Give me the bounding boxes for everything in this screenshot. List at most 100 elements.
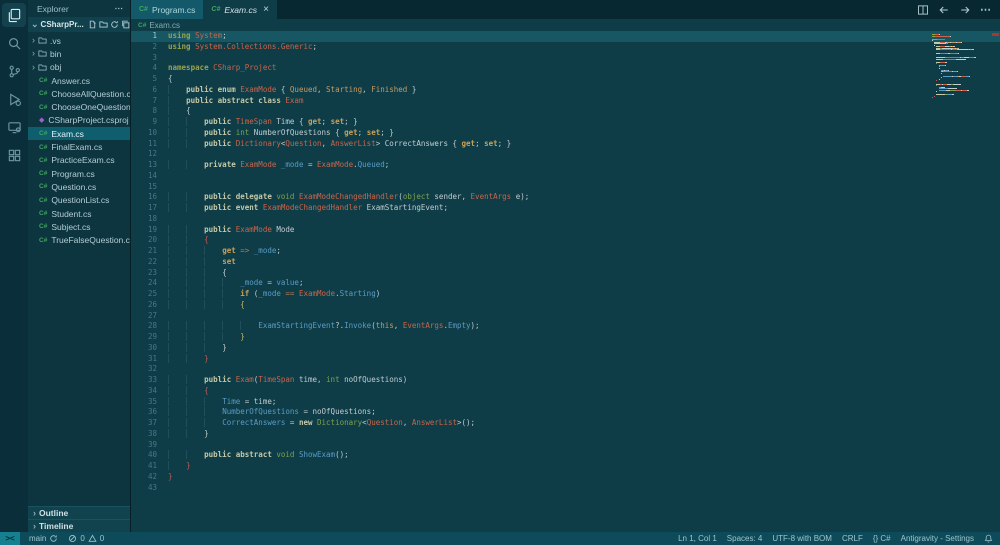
tab-exam-cs[interactable]: C# Exam.cs × [203, 0, 276, 19]
folder-item[interactable]: ›bin [28, 47, 130, 60]
code-line[interactable]: 19 public ExamMode Mode [131, 225, 1000, 236]
remote-indicator[interactable]: >< [0, 532, 20, 545]
code-line[interactable]: 24 _mode = value; [131, 278, 1000, 289]
code-line[interactable]: 37 CorrectAnswers = new Dictionary<Quest… [131, 418, 1000, 429]
code-line[interactable]: 20 { [131, 235, 1000, 246]
notifications-bell-icon[interactable] [979, 532, 1000, 545]
code-line[interactable]: 13 private ExamMode _mode = ExamMode.Que… [131, 160, 1000, 171]
code-line[interactable]: 40 public abstract void ShowExam(); [131, 450, 1000, 461]
code-line[interactable]: 11 public Dictionary<Question, AnswerLis… [131, 139, 1000, 150]
code-line[interactable]: 32 [131, 364, 1000, 375]
code-line[interactable]: 29 } [131, 332, 1000, 343]
folder-icon [38, 49, 47, 58]
file-item[interactable]: C#Subject.cs [28, 220, 130, 233]
file-item[interactable]: C#ChooseOneQuestion.cs [28, 100, 130, 113]
code-line[interactable]: 15 [131, 182, 1000, 193]
code-line[interactable]: 42} [131, 472, 1000, 483]
collapse-all-icon[interactable] [121, 20, 130, 29]
close-icon[interactable]: × [263, 4, 269, 15]
code-line[interactable]: 30 } [131, 343, 1000, 354]
code-line[interactable]: 34 { [131, 386, 1000, 397]
code-line[interactable]: 18 [131, 214, 1000, 225]
split-editor-icon[interactable] [917, 4, 929, 16]
code-line[interactable]: 33 public Exam(TimeSpan time, int noOfQu… [131, 375, 1000, 386]
code-line[interactable]: 41 } [131, 461, 1000, 472]
status-item[interactable]: CRLF [837, 532, 868, 545]
code-line[interactable]: 1using System; [131, 31, 1000, 42]
code-line[interactable]: 23 { [131, 268, 1000, 279]
problems-item[interactable]: 0 0 [63, 532, 109, 545]
code-line[interactable]: 26 { [131, 300, 1000, 311]
outline-panel-header[interactable]: › Outline [28, 506, 130, 519]
folder-icon [38, 63, 47, 72]
file-item[interactable]: C#Exam.cs [28, 127, 130, 140]
tab-program-cs[interactable]: C# Program.cs [131, 0, 203, 19]
code-line[interactable]: 36 NumberOfQuestions = noOfQuestions; [131, 407, 1000, 418]
navigate-forward-icon[interactable] [959, 4, 971, 16]
git-branch-item[interactable]: main [24, 532, 63, 545]
file-item[interactable]: C#ChooseAllQuestion.cs [28, 87, 130, 100]
code-line[interactable]: 6 public enum ExamMode { Queued, Startin… [131, 85, 1000, 96]
status-item[interactable]: {} C# [868, 532, 896, 545]
code-line[interactable]: 3 [131, 53, 1000, 64]
csharp-file-icon: C# [39, 130, 47, 137]
breadcrumb[interactable]: C# Exam.cs [131, 19, 1000, 31]
file-item[interactable]: C#PracticeExam.cs [28, 154, 130, 167]
editor-more-icon[interactable]: ⋯ [980, 3, 992, 16]
file-item[interactable]: C#Student.cs [28, 207, 130, 220]
code-line[interactable]: 27 [131, 311, 1000, 322]
code-line[interactable]: 31 } [131, 354, 1000, 365]
search-icon[interactable] [2, 31, 26, 55]
csharp-file-icon: C# [39, 170, 47, 177]
remote-explorer-icon[interactable] [2, 115, 26, 139]
project-section-header[interactable]: ⌄ CSharpPr... [28, 17, 130, 32]
explorer-icon[interactable] [2, 3, 26, 27]
sidebar-more-icon[interactable]: ⋯ [115, 3, 125, 14]
file-item[interactable]: ◆CSharpProject.csproj [28, 114, 130, 127]
code-line[interactable]: 17 public event ExamModeChangedHandler E… [131, 203, 1000, 214]
code-line[interactable]: 10 public int NumberOfQuestions { get; s… [131, 128, 1000, 139]
run-debug-icon[interactable] [2, 87, 26, 111]
project-section-label: CSharpPr... [41, 20, 84, 29]
code-line[interactable]: 38 } [131, 429, 1000, 440]
code-line[interactable]: 25 if (_mode == ExamMode.Starting) [131, 289, 1000, 300]
source-control-icon[interactable] [2, 59, 26, 83]
code-line[interactable]: 22 set [131, 257, 1000, 268]
timeline-label: Timeline [39, 521, 73, 531]
code-line[interactable]: 35 Time = time; [131, 397, 1000, 408]
file-item[interactable]: C#QuestionList.cs [28, 194, 130, 207]
navigate-back-icon[interactable] [938, 4, 950, 16]
code-line[interactable]: 16 public delegate void ExamModeChangedH… [131, 192, 1000, 203]
code-line[interactable]: 7 public abstract class Exam [131, 96, 1000, 107]
folder-item[interactable]: ›.vs [28, 34, 130, 47]
status-item[interactable]: UTF-8 with BOM [767, 532, 837, 545]
code-line[interactable]: 8 { [131, 106, 1000, 117]
refresh-icon[interactable] [110, 20, 119, 29]
code-editor[interactable]: 1using System;2using System.Collections.… [131, 31, 1000, 532]
code-line[interactable]: 2using System.Collections.Generic; [131, 42, 1000, 53]
chevron-right-icon: › [33, 509, 36, 518]
code-line[interactable]: 39 [131, 440, 1000, 451]
timeline-panel-header[interactable]: › Timeline [28, 519, 130, 532]
status-item[interactable]: Spaces: 4 [722, 532, 768, 545]
file-item[interactable]: C#Question.cs [28, 180, 130, 193]
file-item[interactable]: C#Answer.cs [28, 74, 130, 87]
file-item[interactable]: C#FinalExam.cs [28, 140, 130, 153]
status-item[interactable]: Ln 1, Col 1 [673, 532, 722, 545]
code-line[interactable]: 5{ [131, 74, 1000, 85]
minimap[interactable] [932, 34, 988, 101]
file-item[interactable]: C#Program.cs [28, 167, 130, 180]
folder-item[interactable]: ›obj [28, 61, 130, 74]
code-line[interactable]: 43 [131, 483, 1000, 494]
new-file-icon[interactable] [88, 20, 97, 29]
code-line[interactable]: 14 [131, 171, 1000, 182]
file-item[interactable]: C#TrueFalseQuestion.cs [28, 233, 130, 246]
new-folder-icon[interactable] [99, 20, 108, 29]
code-line[interactable]: 4namespace CSharp_Project [131, 63, 1000, 74]
status-item[interactable]: Antigravity - Settings [896, 532, 979, 545]
code-line[interactable]: 12 [131, 149, 1000, 160]
code-line[interactable]: 9 public TimeSpan Time { get; set; } [131, 117, 1000, 128]
code-line[interactable]: 28 ExamStartingEvent?.Invoke(this, Event… [131, 321, 1000, 332]
extensions-grid-icon[interactable] [2, 143, 26, 167]
code-line[interactable]: 21 get => _mode; [131, 246, 1000, 257]
